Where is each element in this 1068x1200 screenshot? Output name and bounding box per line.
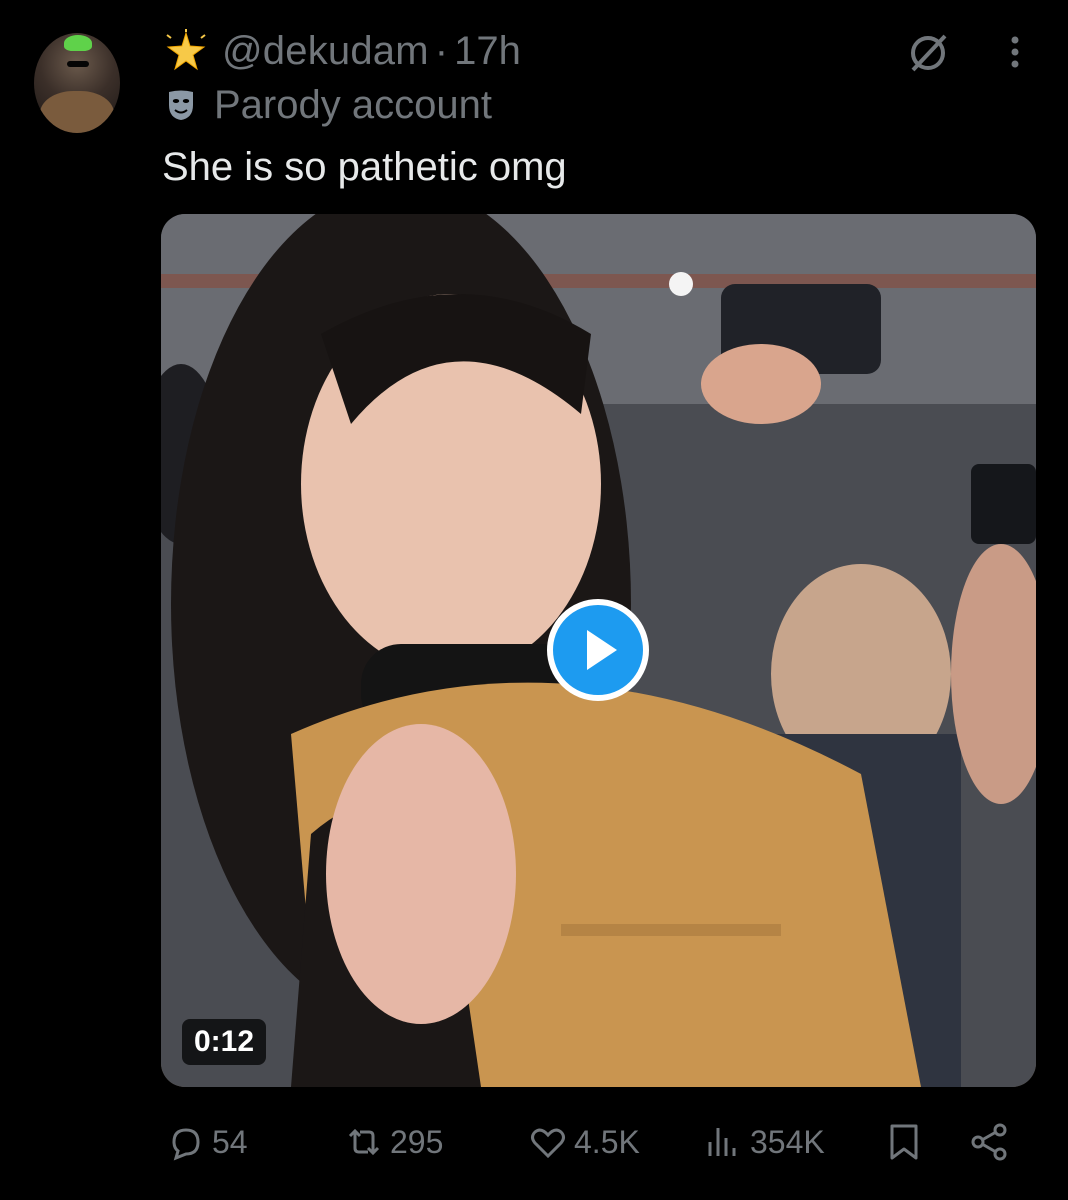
author-handle[interactable]: @dekudam xyxy=(222,29,429,74)
parody-label: Parody account xyxy=(214,82,492,127)
share-button[interactable] xyxy=(970,1110,1010,1174)
video-player[interactable]: 0:12 xyxy=(161,214,1036,1087)
share-icon xyxy=(971,1123,1007,1161)
action-bar: 54 295 4.5K 354K xyxy=(0,1110,1068,1174)
like-icon xyxy=(531,1128,565,1159)
avatar-glasses xyxy=(67,61,89,67)
play-button[interactable] xyxy=(547,599,649,701)
avatar-hair xyxy=(64,35,92,51)
grok-icon[interactable] xyxy=(905,30,951,76)
sparkle-icon xyxy=(166,29,206,71)
timestamp[interactable]: 17h xyxy=(454,29,521,74)
more-icon[interactable] xyxy=(1002,34,1028,74)
avatar[interactable] xyxy=(34,33,120,133)
reply-icon xyxy=(172,1128,200,1161)
tweet-header: @dekudam · 17h xyxy=(164,28,521,74)
views-icon xyxy=(708,1128,736,1156)
play-icon xyxy=(587,630,617,670)
repost-count: 295 xyxy=(390,1123,444,1160)
views-count: 354K xyxy=(750,1123,825,1160)
reply-count: 54 xyxy=(212,1123,248,1160)
tweet-text: She is so pathetic omg xyxy=(162,145,567,189)
reply-button[interactable]: 54 xyxy=(166,1110,248,1174)
like-count: 4.5K xyxy=(574,1123,640,1160)
parody-label-row: Parody account xyxy=(166,82,492,128)
views-button[interactable]: 354K xyxy=(704,1110,825,1174)
repost-icon xyxy=(348,1128,380,1156)
bookmark-button[interactable] xyxy=(884,1110,924,1174)
video-duration: 0:12 xyxy=(182,1019,267,1065)
repost-button[interactable]: 295 xyxy=(344,1110,443,1174)
mask-icon xyxy=(169,90,193,120)
like-button[interactable]: 4.5K xyxy=(528,1110,640,1174)
bookmark-icon xyxy=(890,1124,918,1160)
avatar-coat xyxy=(40,91,114,133)
separator-dot: · xyxy=(434,28,449,73)
